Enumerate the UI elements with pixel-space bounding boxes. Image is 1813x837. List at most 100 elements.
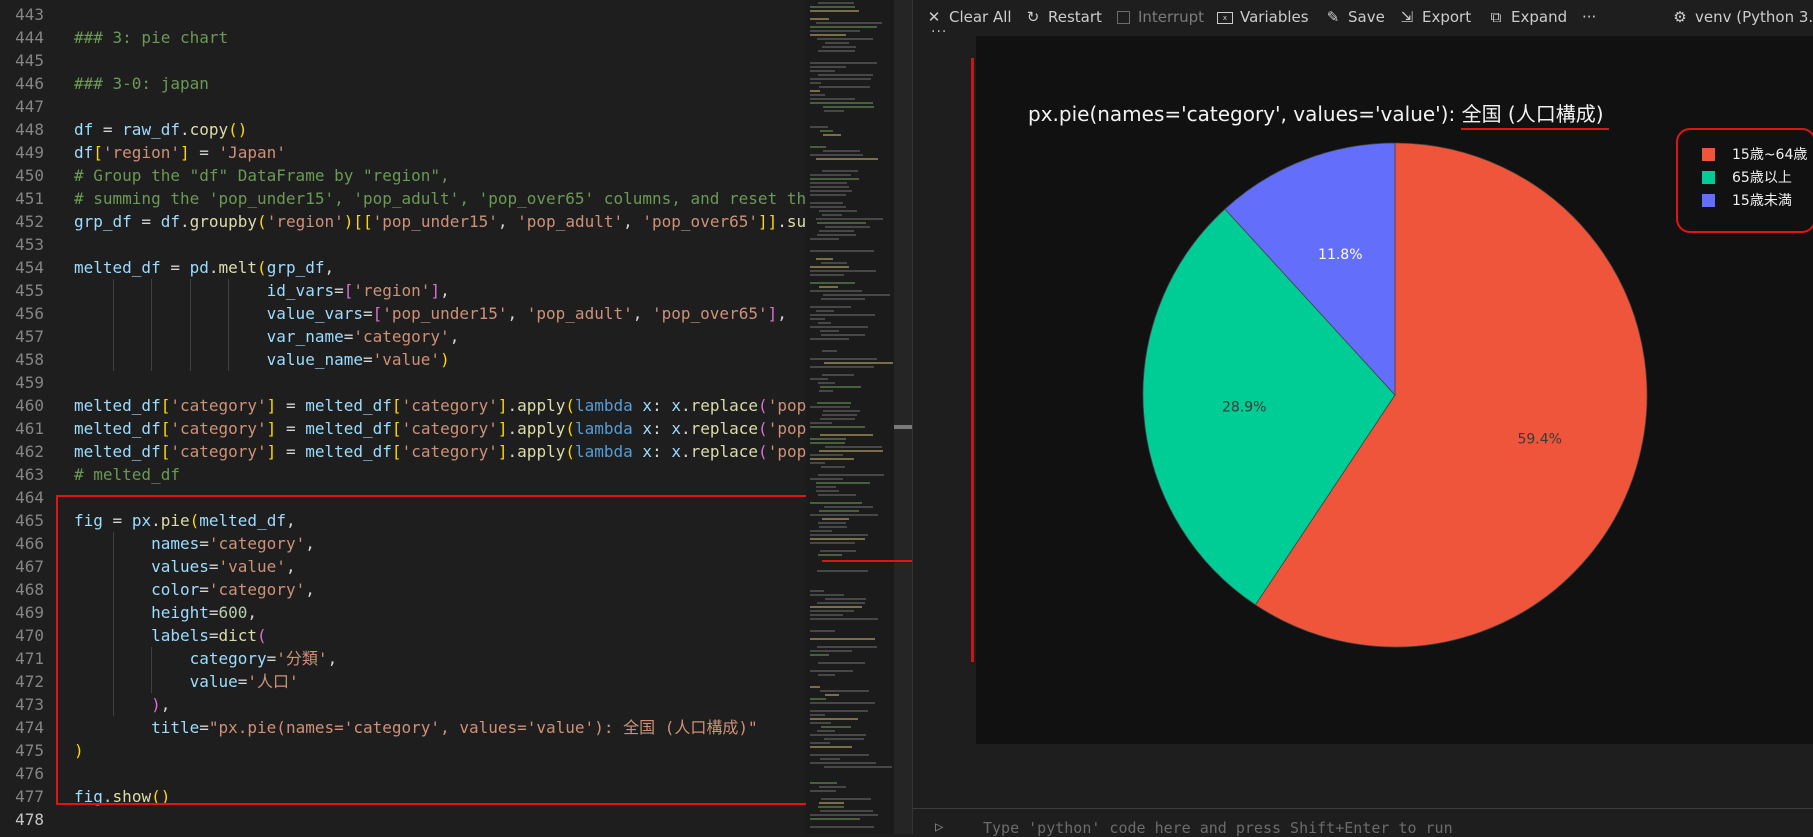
kernel-selector[interactable]: ⚙ venv (Python 3.1 <box>1671 0 1813 34</box>
scrollbar-thumb[interactable] <box>894 425 912 429</box>
code-line[interactable]: 456 value_vars=['pop_under15', 'pop_adul… <box>0 302 806 325</box>
minimap-line <box>819 210 857 212</box>
code-line[interactable]: 478 <box>0 808 806 831</box>
code-line[interactable]: 462 melted_df['category'] = melted_df['ca… <box>0 440 806 463</box>
minimap-line <box>810 538 865 540</box>
minimap-line <box>816 482 870 484</box>
minimap-line <box>822 350 837 352</box>
code-line[interactable]: 448 df = raw_df.copy() <box>0 118 806 141</box>
code-line[interactable]: 457 var_name='category', <box>0 325 806 348</box>
minimap-line <box>810 90 820 92</box>
export-button[interactable]: ⇲ Export <box>1398 0 1471 34</box>
code-line[interactable]: 461 melted_df['category'] = melted_df['ca… <box>0 417 806 440</box>
minimap-line <box>810 206 846 208</box>
minimap-line <box>823 294 890 296</box>
minimap-line <box>810 18 829 20</box>
editor-scrollbar[interactable] <box>894 0 912 834</box>
plot-output[interactable]: px.pie(names='category', values='value')… <box>976 36 1813 744</box>
line-number: 451 <box>15 189 44 208</box>
line-number: 465 <box>15 511 44 530</box>
line-number: 445 <box>15 51 44 70</box>
minimap-line <box>824 362 893 364</box>
minimap-line <box>810 66 846 68</box>
minimap-line <box>810 442 845 444</box>
code-line[interactable]: 452 grp_df = df.groupby('region')[['pop_u… <box>0 210 806 233</box>
minimap-line <box>818 50 855 52</box>
interactive-window: ✕ Clear All ↻ Restart Interrupt x Variables… <box>912 0 1813 837</box>
minimap-line <box>816 486 836 488</box>
minimap-line <box>810 702 875 704</box>
minimap-line <box>810 266 849 268</box>
code-input-placeholder: Type 'python' code here and press Shift+… <box>983 819 1453 837</box>
indent-guide <box>151 279 153 371</box>
code-line[interactable]: 463 # melted_df <box>0 463 806 486</box>
code-line[interactable]: 459 <box>0 371 806 394</box>
minimap-line <box>818 806 844 808</box>
code-line[interactable]: 453 <box>0 233 806 256</box>
legend-label: 65歳以上 <box>1732 170 1792 186</box>
minimap-line <box>810 182 847 184</box>
pie-slice-label: 28.9% <box>1222 400 1266 416</box>
minimap-line <box>822 414 857 416</box>
legend-swatch <box>1702 147 1715 161</box>
minimap-line <box>819 802 844 804</box>
line-number: 468 <box>15 580 44 599</box>
code-line[interactable]: 444 ### 3: pie chart <box>0 26 806 49</box>
code-line[interactable]: 449 df['region'] = 'Japan' <box>0 141 806 164</box>
code-line[interactable]: 455 id_vars=['region'], <box>0 279 806 302</box>
restart-button[interactable]: ↻ Restart <box>1024 0 1102 34</box>
save-icon: ✎ <box>1326 8 1340 26</box>
expand-button[interactable]: ⧉ Expand <box>1487 0 1567 34</box>
code-line[interactable]: 445 <box>0 49 806 72</box>
minimap-line <box>810 358 877 360</box>
minimap-line <box>810 338 849 340</box>
minimap-line <box>821 466 845 468</box>
minimap-line <box>819 526 847 528</box>
code-line[interactable]: 454 melted_df = pd.melt(grp_df, <box>0 256 806 279</box>
more-actions-button[interactable]: ··· <box>1582 0 1596 34</box>
chart-legend[interactable]: 15歳~64歳 65歳以上 15歳未満 <box>1676 128 1813 233</box>
minimap-line <box>810 186 849 188</box>
interrupt-button[interactable]: Interrupt <box>1114 0 1204 34</box>
code-line[interactable]: 458 value_name='value') <box>0 348 806 371</box>
code-line[interactable]: 446 ### 3-0: japan <box>0 72 806 95</box>
minimap-line <box>810 238 839 240</box>
line-text: grp_df = df.groupby('region')[['pop_unde… <box>74 212 806 231</box>
minimap-line <box>819 510 859 512</box>
code-input-box[interactable]: ▷ Type 'python' code here and press Shif… <box>913 808 1813 837</box>
minimap-line <box>818 662 865 664</box>
line-number: 452 <box>15 212 44 231</box>
minimap-line <box>810 542 855 544</box>
code-line[interactable]: 443 <box>0 3 806 26</box>
line-number: 472 <box>15 672 44 691</box>
run-icon[interactable]: ▷ <box>935 819 943 835</box>
cell-more-icon[interactable]: ··· <box>931 24 947 40</box>
legend-item[interactable]: 15歳未満 <box>1702 190 1792 210</box>
minimap-line <box>810 654 829 656</box>
minimap-line <box>818 74 873 76</box>
legend-item[interactable]: 65歳以上 <box>1702 167 1792 187</box>
save-button[interactable]: ✎ Save <box>1324 0 1385 34</box>
minimap-line <box>810 70 835 72</box>
code-line[interactable]: 450 # Group the "df" DataFrame by "region… <box>0 164 806 187</box>
minimap-line <box>817 222 866 224</box>
minimap-line <box>820 130 833 132</box>
legend-item[interactable]: 15歳~64歳 <box>1702 144 1807 164</box>
minimap-line <box>818 474 884 476</box>
code-line[interactable]: 451 # summing the 'pop_under15', 'pop_adu… <box>0 187 806 210</box>
code-line[interactable]: 447 <box>0 95 806 118</box>
variables-button[interactable]: x Variables <box>1216 0 1309 34</box>
minimap-line <box>810 614 843 616</box>
minimap[interactable] <box>806 0 894 834</box>
minimap-line <box>810 638 875 640</box>
line-number: 453 <box>15 235 44 254</box>
line-text: # Group the "df" DataFrame by "region", <box>74 166 450 185</box>
minimap-line <box>810 618 878 620</box>
more-actions-label: ··· <box>1582 8 1597 26</box>
minimap-line <box>822 214 842 216</box>
kernel-label: venv (Python 3.1 <box>1695 8 1813 26</box>
code-line[interactable]: 460 melted_df['category'] = melted_df['ca… <box>0 394 806 417</box>
line-number: 443 <box>15 5 44 24</box>
minimap-line <box>817 602 865 604</box>
minimap-line <box>810 30 860 32</box>
